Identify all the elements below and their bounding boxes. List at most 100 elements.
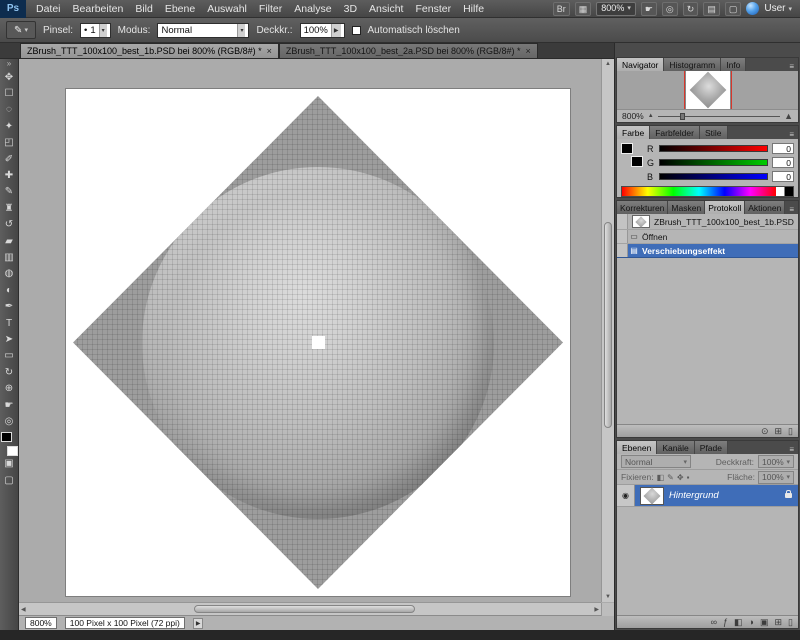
tab-stile[interactable]: Stile <box>700 126 728 139</box>
screen-mode-icon[interactable]: ▢ <box>725 2 742 16</box>
color-swatches[interactable] <box>1 432 18 456</box>
trash-icon[interactable]: ▯ <box>788 617 793 628</box>
lasso-tool[interactable]: ◌ <box>1 102 18 118</box>
lock-transparency-icon[interactable]: ◧ <box>657 473 665 482</box>
blue-value[interactable]: 0 <box>772 171 794 182</box>
layer-blend-mode-select[interactable]: Normal ▾ <box>621 455 691 468</box>
bridge-icon[interactable]: Br <box>553 2 570 16</box>
navigator-proxy[interactable] <box>685 71 731 109</box>
green-slider[interactable] <box>659 159 768 166</box>
menu-ansicht[interactable]: Ansicht <box>363 0 409 18</box>
opacity-field[interactable]: 100% ▶ <box>300 23 345 38</box>
layer-style-fx-icon[interactable]: ƒ <box>723 617 728 627</box>
tab-ebenen[interactable]: Ebenen <box>617 441 657 454</box>
tab-aktionen[interactable]: Aktionen <box>745 201 785 214</box>
red-value[interactable]: 0 <box>772 143 794 154</box>
tab-navigator[interactable]: Navigator <box>617 58 664 71</box>
tab-pfade[interactable]: Pfade <box>695 441 728 454</box>
canvas[interactable] <box>65 88 571 597</box>
status-menu-arrow-icon[interactable]: ▶ <box>193 618 204 629</box>
trash-icon[interactable]: ▯ <box>788 426 793 437</box>
clone-stamp-tool[interactable]: ♜ <box>1 200 18 216</box>
foreground-color-mini[interactable] <box>621 143 633 154</box>
horizontal-scroll-thumb[interactable] <box>194 605 415 613</box>
blur-tool[interactable]: ◍ <box>1 266 18 282</box>
lock-all-icon[interactable]: ▪ <box>687 473 690 482</box>
app-zoom-field[interactable]: 800% ▾ <box>596 2 636 16</box>
new-document-from-state-icon[interactable]: ⊞ <box>775 426 783 437</box>
green-value[interactable]: 0 <box>772 157 794 168</box>
zoom-out-icon[interactable]: ▲ <box>648 113 654 119</box>
doc-tab-1[interactable]: ZBrush_TTT_100x100_best_1b.PSD bei 800% … <box>20 43 279 58</box>
layer-row-hintergrund[interactable]: ◉ Hintergrund <box>617 485 798 507</box>
tab-info[interactable]: Info <box>721 58 746 71</box>
doc-tab-2[interactable]: ZBrush_TTT_100x100_best_2a.PSD bei 800% … <box>279 43 538 58</box>
history-source-well[interactable] <box>617 214 628 229</box>
navigator-zoom-knob[interactable] <box>680 113 685 120</box>
history-source-well[interactable] <box>617 230 628 243</box>
rectangular-marquee-tool[interactable]: ☐ <box>1 85 18 101</box>
screen-mode-button[interactable]: ▢ <box>1 472 18 488</box>
menu-ebene[interactable]: Ebene <box>159 0 201 18</box>
vertical-scroll-thumb[interactable] <box>604 222 612 428</box>
3d-rotate-tool[interactable]: ↻ <box>1 364 18 380</box>
foreground-background-swatches[interactable] <box>621 143 643 167</box>
scroll-up-icon[interactable]: ▲ <box>605 61 611 67</box>
color-spectrum-ramp[interactable] <box>621 186 794 197</box>
history-snapshot-row[interactable]: ZBrush_TTT_100x100_best_1b.PSD <box>617 214 798 230</box>
menu-fenster[interactable]: Fenster <box>409 0 457 18</box>
menu-datei[interactable]: Datei <box>30 0 67 18</box>
layer-thumbnail[interactable] <box>640 487 664 505</box>
create-snapshot-icon[interactable]: ⊙ <box>761 426 769 437</box>
navigator-zoom-value[interactable]: 800% <box>622 111 644 121</box>
blue-slider[interactable] <box>659 173 768 180</box>
background-color-swatch[interactable] <box>7 446 18 456</box>
palette-collapse-icon[interactable]: » <box>7 60 11 69</box>
adjustment-layer-icon[interactable]: ◑ <box>749 617 754 627</box>
close-icon[interactable]: × <box>526 46 531 56</box>
pen-tool[interactable]: ✒ <box>1 298 18 314</box>
panel-menu-icon[interactable]: ≡ <box>785 62 798 71</box>
menu-bearbeiten[interactable]: Bearbeiten <box>67 0 130 18</box>
tab-histogramm[interactable]: Histogramm <box>664 58 721 71</box>
status-zoom-field[interactable]: 800% <box>25 617 57 629</box>
close-icon[interactable]: × <box>267 46 272 56</box>
eyedropper-tool[interactable]: ✐ <box>1 151 18 167</box>
navigator-zoom-slider[interactable] <box>658 116 780 117</box>
layer-fill-field[interactable]: 100% ▾ <box>758 471 794 484</box>
lock-pixels-icon[interactable]: ✎ <box>667 473 674 482</box>
red-slider[interactable] <box>659 145 768 152</box>
add-layer-mask-icon[interactable]: ◧ <box>734 617 743 628</box>
scroll-left-icon[interactable]: ◀ <box>21 606 26 613</box>
scroll-right-icon[interactable]: ▶ <box>594 606 599 613</box>
spot-healing-brush-tool[interactable]: ✚ <box>1 167 18 183</box>
menu-auswahl[interactable]: Auswahl <box>201 0 253 18</box>
layer-group-icon[interactable]: ▣ <box>760 617 769 628</box>
tab-farbe[interactable]: Farbe <box>617 126 650 139</box>
history-entry-open[interactable]: ▭ Öffnen <box>617 230 798 244</box>
zoom-in-icon[interactable]: ▲ <box>784 111 793 121</box>
hand-icon[interactable]: ☛ <box>641 2 657 16</box>
tab-korrekturen[interactable]: Korrekturen <box>617 201 668 214</box>
zoom-tool[interactable]: ◎ <box>1 413 18 429</box>
panel-menu-icon[interactable]: ≡ <box>785 445 798 454</box>
hand-tool[interactable]: ☛ <box>1 397 18 413</box>
history-source-well[interactable] <box>617 244 628 257</box>
lock-position-icon[interactable]: ✥ <box>677 473 684 482</box>
view-extras-icon[interactable]: ▦ <box>575 2 592 16</box>
brush-tool[interactable]: ✎ <box>1 184 18 200</box>
tab-protokoll[interactable]: Protokoll <box>705 201 745 214</box>
quick-selection-tool[interactable]: ✦ <box>1 118 18 134</box>
rotate-view-icon[interactable]: ↻ <box>683 2 699 16</box>
brush-size-picker[interactable]: • 1 ▾ <box>80 23 111 38</box>
quick-mask-button[interactable]: ▣ <box>1 456 18 472</box>
move-tool[interactable]: ✥ <box>1 69 18 85</box>
path-selection-tool[interactable]: ➤ <box>1 331 18 347</box>
workspace-switcher[interactable]: User ▾ <box>764 3 792 14</box>
zoom-icon[interactable]: ◎ <box>662 2 678 16</box>
scroll-down-icon[interactable]: ▼ <box>605 594 611 600</box>
auto-erase-checkbox[interactable] <box>352 26 361 35</box>
tab-kanaele[interactable]: Kanäle <box>657 441 694 454</box>
layer-visibility-toggle[interactable]: ◉ <box>617 485 635 506</box>
menu-analyse[interactable]: Analyse <box>288 0 337 18</box>
